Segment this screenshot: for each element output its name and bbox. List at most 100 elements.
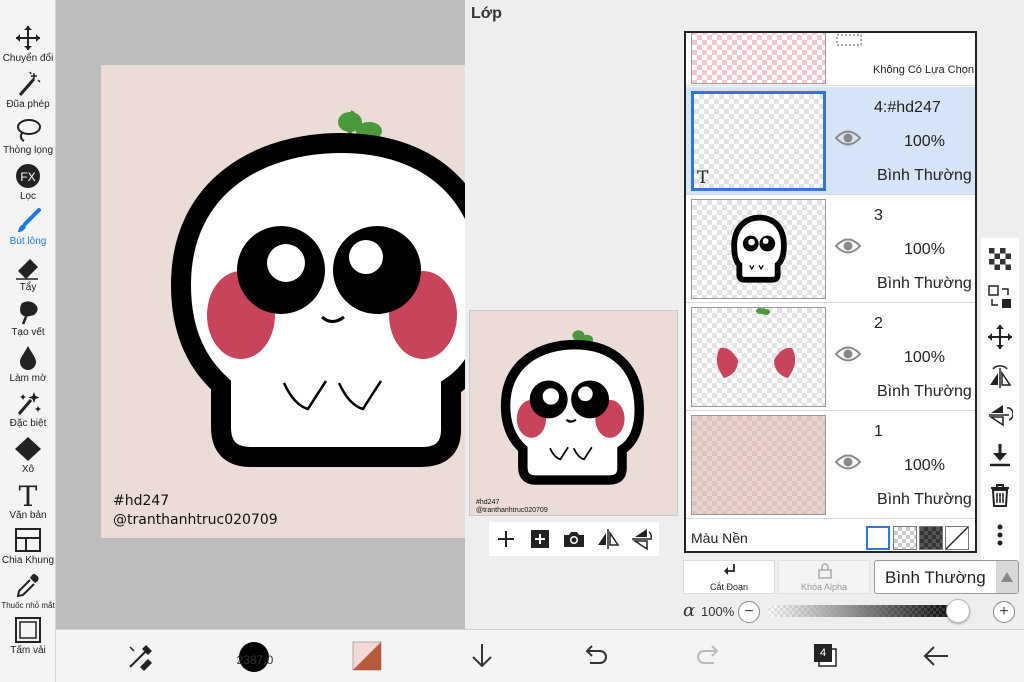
layer-opacity: 100% — [904, 241, 945, 258]
layer-opacity: 100% — [904, 457, 945, 474]
alpha-lock-button[interactable]: Khóa Alpha — [778, 560, 870, 594]
tool-text[interactable]: T Văn bản — [0, 479, 56, 525]
redo-icon[interactable] — [694, 641, 724, 671]
color-swatch-icon[interactable] — [352, 641, 382, 671]
tool-eraser[interactable]: Tẩy — [0, 251, 56, 297]
blend-mode-value: Bình Thường — [885, 568, 986, 587]
eraser-icon — [16, 259, 38, 280]
canvas-icon — [15, 617, 41, 643]
brush-size-indicator[interactable]: 2387.0 — [225, 641, 285, 673]
layers-button[interactable]: 4 — [814, 644, 838, 667]
move-layer-icon[interactable] — [987, 324, 1013, 350]
bg-swatch-checker-dark[interactable] — [919, 526, 943, 550]
selection-thumbnail — [691, 33, 826, 84]
visibility-eye-icon[interactable] — [835, 237, 861, 255]
back-arrow-icon[interactable] — [921, 641, 951, 671]
preview-toolbar — [489, 522, 659, 556]
sparkle-icon — [17, 392, 41, 415]
opacity-slider-knob[interactable] — [946, 599, 970, 623]
layer-row-1[interactable]: 1 100% Bình Thường — [686, 411, 975, 519]
trash-icon[interactable] — [987, 482, 1013, 508]
lasso-icon — [17, 119, 41, 142]
preview-illustration — [500, 330, 645, 485]
canvas-preview[interactable]: #hd247 @tranthanhtruc020709 — [469, 310, 678, 516]
layer-name: 1 — [874, 423, 883, 440]
tool-special[interactable]: Đặc biệt — [0, 387, 56, 433]
alpha-lock-label: Khóa Alpha — [800, 582, 848, 592]
tool-canvas[interactable]: Tấm vải — [0, 614, 56, 660]
clipping-button[interactable]: Cắt Đoạn — [683, 560, 775, 594]
brush-swap-icon[interactable] — [126, 641, 156, 671]
move-icon — [16, 26, 40, 50]
layer-opacity: 100% — [904, 133, 945, 150]
text-layer-marker: T — [697, 168, 709, 188]
layer-row-3[interactable]: 3 100% Bình Thường — [686, 195, 975, 303]
layer-row-2[interactable]: 2 100% Bình Thường — [686, 303, 975, 411]
layer-count-label: 4 — [819, 647, 827, 659]
flip-layer-vertical-icon[interactable] — [987, 402, 1013, 428]
flip-layer-horizontal-icon[interactable] — [987, 364, 1013, 390]
merge-down-icon[interactable] — [987, 442, 1013, 468]
layer-list[interactable]: Không Có Lựa Chọn T 4:#hd247 100% Bình T… — [684, 31, 977, 553]
tool-bucket[interactable]: Xô — [0, 433, 56, 479]
opacity-increase-button[interactable]: + — [993, 601, 1015, 623]
camera-icon[interactable] — [561, 526, 587, 552]
layer-blend-mode: Bình Thường — [877, 383, 972, 400]
blend-mode-dropdown[interactable] — [996, 561, 1018, 593]
flip-horizontal-icon[interactable] — [595, 526, 621, 552]
tool-smudge[interactable]: Tạo vết — [0, 296, 56, 342]
tool-filter[interactable]: FX Lọc — [0, 160, 56, 206]
tool-label: Văn bản — [9, 510, 47, 521]
tool-label: Tạo vết — [11, 327, 45, 338]
tool-magic-wand[interactable]: Đũa phép — [0, 68, 56, 114]
bucket-icon — [15, 437, 41, 461]
tool-label: Thòng lọng — [2, 145, 54, 156]
add-special-layer-icon[interactable] — [527, 526, 553, 552]
bg-swatch-checker-light[interactable] — [893, 526, 917, 550]
swap-layer-icon[interactable] — [987, 284, 1013, 310]
triangle-up-icon — [1001, 572, 1013, 582]
preview-watermark-hashtag: #hd247 — [476, 499, 500, 506]
visibility-eye-icon[interactable] — [835, 345, 861, 363]
tool-brush[interactable]: Bút lông — [0, 205, 56, 251]
visibility-eye-icon[interactable] — [835, 129, 861, 147]
layer-thumbnail — [691, 199, 826, 299]
layer-name: 3 — [874, 207, 883, 224]
add-layer-icon[interactable] — [493, 526, 519, 552]
tool-blur[interactable]: Làm mờ — [0, 342, 56, 388]
selection-layer-row[interactable]: Không Có Lựa Chọn — [686, 33, 975, 86]
tool-label: Chuyển đổi — [2, 53, 54, 64]
tool-eyedropper[interactable]: Thuốc nhỏ mắt — [0, 570, 56, 616]
opacity-decrease-button[interactable]: − — [738, 601, 760, 623]
layer-row-4[interactable]: T 4:#hd247 100% Bình Thường — [686, 87, 975, 195]
layer-thumbnail — [691, 307, 826, 407]
blend-mode-select[interactable]: Bình Thường — [874, 560, 1019, 594]
arrow-down-icon[interactable] — [467, 641, 497, 671]
checker-transparency-icon[interactable] — [987, 246, 1013, 272]
frame-divider-icon — [15, 528, 41, 552]
flip-vertical-rotate-icon[interactable] — [629, 526, 655, 552]
opacity-slider-pattern — [768, 605, 958, 617]
bg-swatch-none[interactable] — [945, 526, 969, 550]
svg-text:T: T — [19, 482, 38, 508]
selection-marquee-icon — [836, 34, 862, 46]
bg-swatch-white[interactable] — [866, 526, 890, 550]
layer-name: 4:#hd247 — [874, 99, 941, 116]
layer-blend-mode: Bình Thường — [877, 167, 972, 184]
more-options-icon[interactable] — [987, 522, 1013, 548]
tool-frame-divider[interactable]: Chia Khung — [0, 524, 56, 570]
tool-lasso[interactable]: Thòng lọng — [0, 114, 56, 160]
undo-icon[interactable] — [580, 641, 610, 671]
magic-wand-icon — [18, 71, 41, 96]
background-color-row: Màu Nền — [686, 521, 975, 551]
tool-move[interactable]: Chuyển đổi — [0, 22, 56, 68]
visibility-eye-icon[interactable] — [835, 453, 861, 471]
watermark-hashtag: #hd247 — [113, 493, 170, 509]
layer-2-preview — [716, 308, 796, 378]
tool-label: Tẩy — [19, 282, 37, 293]
opacity-row: α 100% − + — [683, 599, 1021, 625]
brush-icon — [18, 208, 41, 232]
tool-label: Xô — [21, 464, 35, 475]
layer-name: 2 — [874, 315, 883, 332]
layer-actions-bar — [981, 238, 1019, 570]
